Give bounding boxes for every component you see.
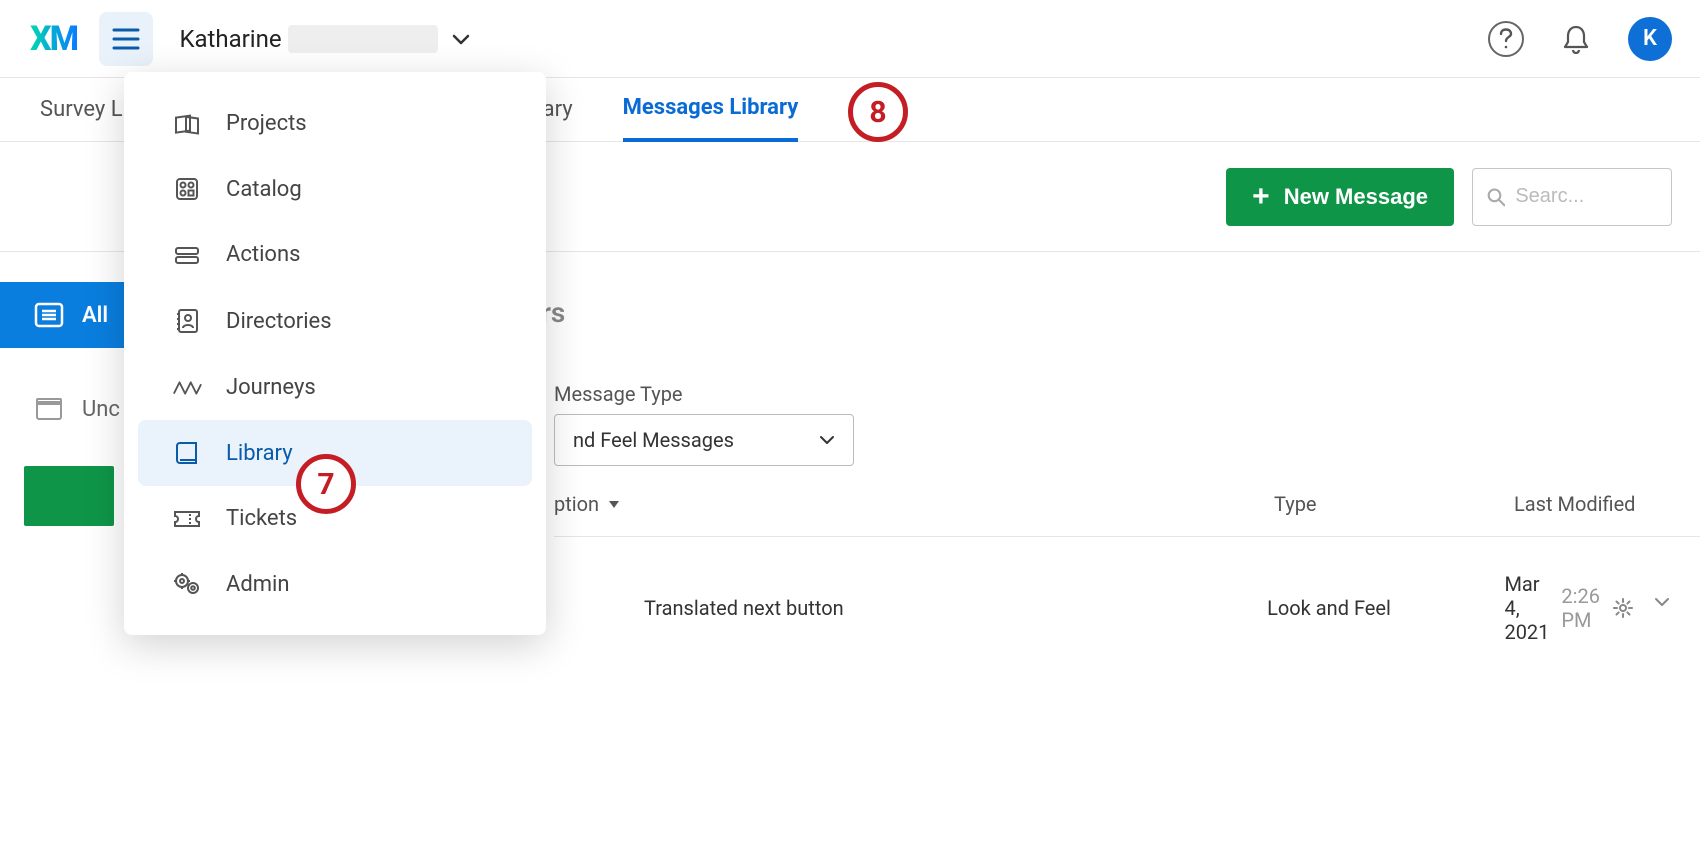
chevron-down-icon xyxy=(1654,597,1670,607)
gear-icon xyxy=(1612,597,1634,619)
table-row[interactable]: Translated next button Look and Feel Mar… xyxy=(554,552,1700,664)
nav-item-label: Tickets xyxy=(226,506,297,531)
column-description-partial: ption xyxy=(554,492,599,516)
help-button[interactable] xyxy=(1488,21,1524,57)
column-description[interactable]: ption xyxy=(554,492,1274,516)
row-type: Look and Feel xyxy=(1267,596,1504,620)
nav-item-label: Catalog xyxy=(226,177,302,202)
actions-icon xyxy=(172,244,202,266)
nav-item-directories[interactable]: Directories xyxy=(138,287,532,355)
annotation-8: 8 xyxy=(848,82,908,142)
projects-icon xyxy=(172,110,202,136)
column-last-modified[interactable]: Last Modified xyxy=(1514,492,1700,516)
search-box[interactable] xyxy=(1472,168,1672,226)
new-message-button[interactable]: + New Message xyxy=(1226,168,1454,226)
nav-item-label: Admin xyxy=(226,572,290,597)
search-input[interactable] xyxy=(1515,185,1657,208)
row-description: Translated next button xyxy=(554,596,1267,620)
hamburger-menu-button[interactable] xyxy=(99,12,153,66)
annotation-7: 7 xyxy=(296,454,356,514)
directories-icon xyxy=(172,307,202,335)
journeys-icon xyxy=(172,379,202,397)
user-avatar[interactable]: K xyxy=(1628,17,1672,61)
topbar-right: K xyxy=(1488,17,1672,61)
xm-logo: XM xyxy=(30,19,77,59)
nav-item-label: Actions xyxy=(226,242,300,267)
column-type[interactable]: Type xyxy=(1274,492,1514,516)
new-folder-button[interactable] xyxy=(24,466,114,526)
message-type-value-partial: nd Feel Messages xyxy=(573,428,734,452)
list-icon xyxy=(34,302,64,328)
nav-item-journeys[interactable]: Journeys xyxy=(138,355,532,420)
tab-unknown-partial[interactable]: ary xyxy=(543,79,573,140)
bell-icon xyxy=(1562,24,1590,54)
table-header: ption Type Last Modified xyxy=(554,492,1700,537)
account-name-redacted xyxy=(288,25,438,53)
new-message-label: New Message xyxy=(1284,184,1428,210)
message-type-select[interactable]: nd Feel Messages xyxy=(554,414,854,466)
main-panel: ders Message Type nd Feel Messages ption… xyxy=(430,252,1700,848)
account-switcher[interactable]: Katharine xyxy=(179,25,469,53)
filter-label: Message Type xyxy=(554,382,854,406)
help-icon xyxy=(1499,28,1513,50)
folder-all-label: All xyxy=(82,303,108,328)
chevron-down-icon xyxy=(452,33,470,45)
library-icon xyxy=(172,440,202,466)
nav-item-label: Library xyxy=(226,441,293,466)
row-modified: Mar 4, 2021 2:26 PM xyxy=(1504,572,1700,644)
tab-messages-library[interactable]: Messages Library xyxy=(623,77,799,142)
nav-item-label: Journeys xyxy=(226,375,316,400)
main-nav-dropdown: Projects Catalog Actions Directories Jou… xyxy=(124,72,546,635)
account-name: Katharine xyxy=(179,25,281,53)
folder-icon xyxy=(34,396,64,422)
search-icon xyxy=(1487,186,1505,208)
tickets-icon xyxy=(172,509,202,529)
nav-item-admin[interactable]: Admin xyxy=(138,551,532,617)
admin-icon xyxy=(172,571,202,597)
row-expand-button[interactable] xyxy=(1654,597,1670,619)
hamburger-icon xyxy=(112,28,140,50)
sort-desc-icon xyxy=(607,499,621,509)
nav-item-actions[interactable]: Actions xyxy=(138,222,532,287)
filter-row: Message Type nd Feel Messages xyxy=(554,382,854,466)
tab-survey-library-partial[interactable]: Survey L xyxy=(40,79,123,140)
nav-item-projects[interactable]: Projects xyxy=(138,90,532,156)
plus-icon: + xyxy=(1252,182,1270,212)
row-gear-button[interactable] xyxy=(1612,597,1634,619)
folder-uncategorized-label: Unc xyxy=(82,397,120,422)
notifications-button[interactable] xyxy=(1558,21,1594,57)
row-date: Mar 4, 2021 xyxy=(1504,572,1549,644)
topbar: XM Katharine K xyxy=(0,0,1700,78)
chevron-down-icon xyxy=(819,435,835,445)
nav-item-label: Directories xyxy=(226,309,332,334)
nav-item-catalog[interactable]: Catalog xyxy=(138,156,532,222)
row-time: 2:26 PM xyxy=(1561,584,1600,632)
catalog-icon xyxy=(172,176,202,202)
nav-item-label: Projects xyxy=(226,111,307,136)
